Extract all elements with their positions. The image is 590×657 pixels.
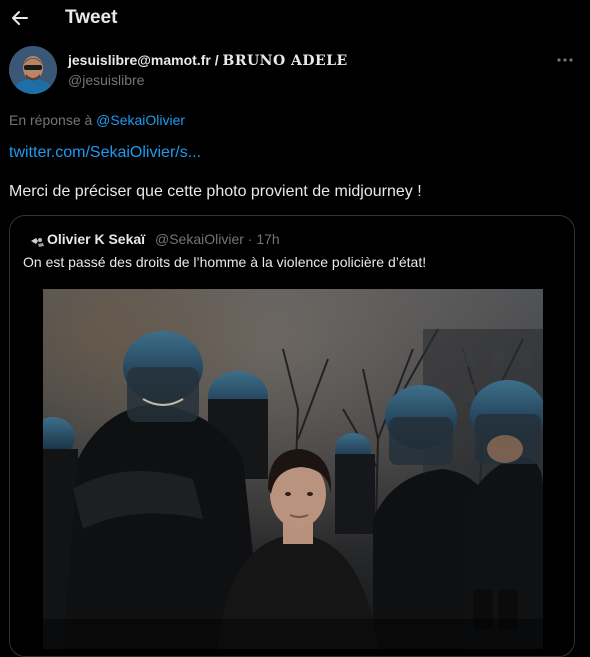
- quote-separator: ·: [243, 231, 257, 247]
- more-options-button[interactable]: [555, 52, 575, 68]
- quote-author-name: Olivier K Sekaï: [47, 231, 146, 247]
- author-handle[interactable]: @jesuislibre: [68, 72, 144, 88]
- quote-text: On est passé des droits de l’homme à la …: [23, 254, 427, 270]
- arrow-left-icon: [12, 11, 28, 25]
- reply-context: En réponse à @SekaiOlivier: [9, 112, 185, 128]
- tweet-text: Merci de préciser que cette photo provie…: [9, 183, 422, 200]
- reply-handle-link[interactable]: @SekaiOlivier: [96, 112, 185, 128]
- author-name-handle-part: jesuislibre@mamot.fr /: [68, 52, 223, 68]
- quote-meta: @SekaiOlivier · 17h: [155, 231, 280, 247]
- back-button[interactable]: [10, 8, 30, 28]
- quote-author-avatar: [28, 232, 46, 250]
- quote-avatar-icon: [28, 232, 46, 250]
- more-horizontal-icon: [557, 58, 573, 62]
- reply-prefix: En réponse à: [9, 112, 97, 128]
- quote-author-handle: @SekaiOlivier: [155, 231, 244, 247]
- page-title: Tweet: [65, 7, 118, 28]
- user-avatar-icon: [9, 46, 57, 94]
- quote-photo[interactable]: [43, 289, 543, 649]
- quoted-tweet[interactable]: Olivier K Sekaï @SekaiOlivier · 17h On e…: [9, 215, 575, 657]
- riot-police-photo: [43, 289, 543, 649]
- author-avatar[interactable]: [9, 46, 57, 94]
- tweet-link[interactable]: twitter.com/SekaiOlivier/s...: [9, 144, 201, 162]
- top-bar: Tweet: [0, 0, 590, 38]
- author-name-display-part: BRUNO ADELE: [222, 53, 348, 69]
- author-name[interactable]: jesuislibre@mamot.fr / BRUNO ADELE: [68, 52, 348, 69]
- quote-time: 17h: [256, 231, 280, 247]
